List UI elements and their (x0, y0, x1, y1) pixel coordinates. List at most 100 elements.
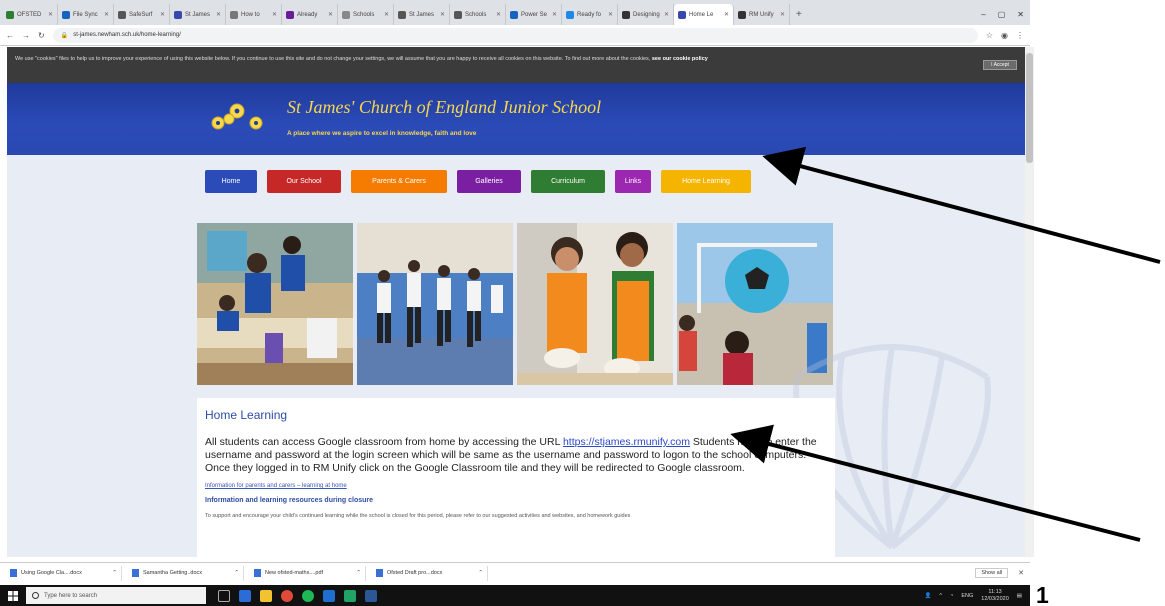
tab-close-icon[interactable]: ✕ (664, 11, 669, 18)
browser-tab[interactable]: Designing ✕ (618, 4, 674, 25)
parents-info-link[interactable]: Information for parents and carers – lea… (205, 483, 825, 489)
accept-cookies-button[interactable]: I Accept (983, 60, 1017, 70)
tab-close-icon[interactable]: ✕ (48, 11, 53, 18)
wifi-icon[interactable]: ◔ (950, 593, 953, 599)
star-icon[interactable]: ☆ (986, 31, 993, 40)
extension-icon[interactable]: ◉ (1001, 31, 1008, 40)
browser-tab[interactable]: Power Se ✕ (506, 4, 562, 25)
school-tagline: A place where we aspire to excel in know… (287, 130, 477, 137)
nav-button[interactable]: Home Learning (661, 170, 751, 193)
tab-label: SafeSurf (129, 11, 153, 18)
tab-close-icon[interactable]: ✕ (216, 11, 221, 18)
spotify-icon[interactable] (302, 589, 314, 602)
tab-label: How to (241, 11, 260, 18)
tab-close-icon[interactable]: ✕ (552, 11, 557, 18)
tab-close-icon[interactable]: ✕ (440, 11, 445, 18)
nav-button[interactable]: Our School (267, 170, 341, 193)
notifications-icon[interactable]: ▤ (1017, 593, 1022, 599)
taskbar-search-box[interactable]: Type here to search (26, 587, 206, 604)
tab-close-icon[interactable]: ✕ (104, 11, 109, 18)
browser-tab[interactable]: St James ✕ (394, 4, 450, 25)
forward-icon[interactable]: → (22, 31, 30, 40)
site-header: St James' Church of England Junior Schoo… (7, 83, 1025, 155)
file-explorer-icon[interactable] (260, 589, 272, 602)
download-item[interactable]: Samantha Getting..docx ⌃ (128, 565, 244, 581)
page-title: Home Learning (205, 408, 288, 422)
tab-close-icon[interactable]: ✕ (272, 11, 277, 18)
nav-button[interactable]: Home (205, 170, 257, 193)
browser-tab[interactable]: RM Unify ✕ (734, 4, 790, 25)
page-viewport: We use "cookies" files to help us to imp… (7, 47, 1025, 557)
browser-tab[interactable]: File Sync ✕ (58, 4, 114, 25)
edge-icon[interactable] (239, 589, 251, 602)
new-tab-button[interactable]: + (790, 4, 808, 25)
download-filename: Using Google Cla....docx (21, 570, 82, 576)
tab-label: File Sync (73, 11, 98, 18)
word-icon[interactable] (365, 589, 377, 602)
nav-button[interactable]: Curriculum (531, 170, 605, 193)
page-scrollbar[interactable] (1025, 47, 1034, 557)
dance-photo (357, 223, 513, 385)
minimize-icon[interactable]: – (981, 10, 985, 19)
system-tray: 👤 ^ ◔ ENG 11:13 12/03/2020 ▤ (925, 589, 1030, 603)
browser-tab[interactable]: How to ✕ (226, 4, 282, 25)
back-icon[interactable]: ← (6, 31, 14, 40)
download-menu-icon[interactable]: ⌃ (112, 570, 117, 576)
download-item[interactable]: Using Google Cla....docx ⌃ (6, 565, 122, 581)
nav-button[interactable]: Links (615, 170, 651, 193)
url-field[interactable]: 🔒 st-james.newham.sch.uk/home-learning/ (52, 27, 978, 43)
nav-button[interactable]: Galleries (457, 170, 521, 193)
people-icon[interactable]: 👤 (925, 593, 932, 599)
download-menu-icon[interactable]: ⌃ (478, 570, 483, 576)
tab-favicon-icon (510, 10, 518, 19)
download-menu-icon[interactable]: ⌃ (356, 570, 361, 576)
tab-label: Ready fo (577, 11, 602, 18)
maximize-icon[interactable]: ▢ (998, 10, 1006, 19)
reload-icon[interactable]: ↻ (38, 31, 45, 40)
tab-close-icon[interactable]: ✕ (608, 11, 613, 18)
tab-close-icon[interactable]: ✕ (724, 11, 729, 18)
browser-tab[interactable]: Already ✕ (282, 4, 338, 25)
browser-tab[interactable]: Home Le ✕ (674, 4, 734, 25)
browser-tab[interactable]: Schools ✕ (338, 4, 394, 25)
close-download-shelf-icon[interactable]: ✕ (1018, 569, 1024, 577)
intro-paragraph: All students can access Google classroom… (205, 436, 825, 475)
tab-close-icon[interactable]: ✕ (328, 11, 333, 18)
scrollbar-thumb[interactable] (1026, 53, 1033, 163)
browser-tab[interactable]: Ready fo ✕ (562, 4, 618, 25)
menu-icon[interactable]: ⋮ (1016, 31, 1024, 40)
tab-close-icon[interactable]: ✕ (160, 11, 165, 18)
chrome-icon[interactable] (281, 589, 293, 602)
browser-tab[interactable]: SafeSurf ✕ (114, 4, 170, 25)
download-item[interactable]: New ofsted-maths....pdf ⌃ (250, 565, 366, 581)
rm-unify-link[interactable]: https://stjames.rmunify.com (563, 436, 690, 448)
tab-close-icon[interactable]: ✕ (780, 11, 785, 18)
language-indicator[interactable]: ENG (961, 593, 973, 599)
browser-tab-strip: OFSTED ✕ File Sync ✕ SafeSurf ✕ St James ✕ How t… (0, 0, 1030, 25)
windows-start-icon[interactable] (0, 585, 26, 606)
main-navigation: Home Our School Parents & Carers Galleries C… (205, 170, 751, 193)
browser-tab[interactable]: Schools ✕ (450, 4, 506, 25)
browser-tab[interactable]: St James ✕ (170, 4, 226, 25)
taskbar-clock[interactable]: 11:13 12/03/2020 (981, 589, 1009, 603)
address-bar: ← → ↻ 🔒 st-james.newham.sch.uk/home-lear… (0, 25, 1030, 46)
excel-icon[interactable] (344, 589, 356, 602)
download-menu-icon[interactable]: ⌃ (234, 570, 239, 576)
browser-tab[interactable]: OFSTED ✕ (2, 4, 58, 25)
windows-taskbar: Type here to search 👤 ^ ◔ ENG 11:13 12/0… (0, 585, 1030, 606)
classroom-photo (197, 223, 353, 385)
home-learning-section: Home Learning All students can access Go… (197, 398, 835, 557)
tray-chevron-icon[interactable]: ^ (939, 593, 942, 599)
outlook-icon[interactable] (323, 589, 335, 602)
nav-button[interactable]: Parents & Carers (351, 170, 447, 193)
download-item[interactable]: Ofsted Draft pro...docx ⌃ (372, 565, 488, 581)
cooking-photo (517, 223, 673, 385)
show-all-downloads-button[interactable]: Show all (975, 568, 1009, 578)
task-view-icon[interactable] (218, 589, 230, 602)
close-icon[interactable]: ✕ (1017, 10, 1024, 19)
window-controls: – ▢ ✕ (981, 4, 1030, 25)
tab-close-icon[interactable]: ✕ (496, 11, 501, 18)
tab-close-icon[interactable]: ✕ (384, 11, 389, 18)
cookie-policy-link[interactable]: see our cookie policy (652, 56, 708, 62)
tab-favicon-icon (454, 10, 462, 19)
